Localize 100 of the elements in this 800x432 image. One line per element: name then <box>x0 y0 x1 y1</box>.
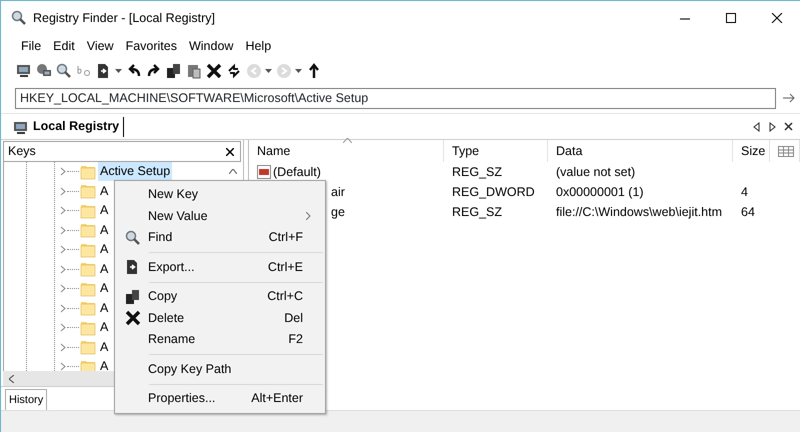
refresh-icon <box>226 63 242 79</box>
menu-item[interactable]: Favorites <box>120 36 183 56</box>
tree-item[interactable]: A <box>98 240 110 260</box>
expand-icon[interactable] <box>60 186 66 196</box>
globe-computer-icon <box>36 63 52 79</box>
menu-item[interactable]: Window <box>182 36 240 56</box>
value-size: 64 <box>740 204 756 221</box>
folder-icon <box>80 222 96 238</box>
value-name: ge <box>331 204 345 221</box>
tree-item[interactable]: A <box>98 279 110 298</box>
tree-item[interactable]: A <box>98 260 110 279</box>
arrow-icon <box>783 93 795 103</box>
undo-icon <box>126 63 142 79</box>
menu-item[interactable]: New Key <box>117 184 323 206</box>
folder-icon <box>80 280 96 297</box>
value-name: (Default) <box>273 164 321 181</box>
tree-item[interactable]: A <box>98 298 110 318</box>
up-icon <box>306 63 322 79</box>
address-field[interactable]: HKEY_LOCAL_MACHINE\SOFTWARE\Microsoft\Active Setup <box>15 88 776 108</box>
column-header[interactable]: Size <box>733 140 770 162</box>
expand-icon[interactable] <box>60 323 66 332</box>
menu-item[interactable]: Edit <box>47 36 81 56</box>
close-icon <box>770 13 784 23</box>
tree-item[interactable]: A <box>98 182 110 201</box>
tree-item[interactable]: Active Setup <box>98 162 172 182</box>
string-value-icon <box>257 165 271 179</box>
column-header[interactable]: Name <box>249 140 444 162</box>
expand-icon[interactable] <box>60 362 66 371</box>
computer-icon <box>16 63 32 79</box>
expand-icon[interactable] <box>60 206 66 216</box>
folder-icon <box>80 202 96 219</box>
redo-icon <box>146 63 162 79</box>
value-type: REG_SZ <box>451 164 504 181</box>
menu-item[interactable]: Copy Ctrl+C <box>117 286 323 308</box>
caret-icon <box>115 69 122 73</box>
expand-icon[interactable] <box>60 284 66 294</box>
folder-icon <box>80 183 96 200</box>
window-title: Registry Finder - [Local Registry] <box>33 10 216 27</box>
value-size: 4 <box>740 184 749 201</box>
folder-icon <box>80 164 96 180</box>
expand-icon[interactable] <box>60 245 66 254</box>
expand-icon[interactable] <box>60 342 66 352</box>
caret-icon <box>295 69 302 73</box>
value-name: air <box>331 184 345 201</box>
computer-icon <box>13 120 29 134</box>
copy-icon <box>166 63 182 79</box>
menu-item[interactable]: Export... Ctrl+E <box>117 256 323 278</box>
scroll-up-icon[interactable] <box>229 169 237 174</box>
folder-icon <box>80 320 96 336</box>
expand-icon[interactable] <box>60 264 66 274</box>
folder-icon <box>80 339 96 356</box>
menu-item[interactable]: Properties... Alt+Enter <box>117 388 323 410</box>
paste-icon <box>186 63 202 79</box>
menu-item[interactable]: Copy Key Path <box>117 358 323 380</box>
history-tab[interactable]: History <box>5 388 48 410</box>
close-icon[interactable] <box>226 148 234 156</box>
delete-icon <box>124 310 140 326</box>
back-icon <box>246 63 262 79</box>
value-data: file://C:\Windows\web\iejit.htm <box>555 204 724 221</box>
sort-icon[interactable] <box>343 138 352 143</box>
value-data: 0x00000001 (1) <box>555 184 645 201</box>
column-header[interactable]: Type <box>444 140 548 162</box>
menu-item[interactable]: View <box>80 36 120 56</box>
menu-item[interactable]: New Value <box>117 206 323 227</box>
previous-tab-icon[interactable] <box>752 122 761 132</box>
value-type: REG_DWORD <box>451 184 536 201</box>
forward-icon <box>276 63 292 79</box>
tree-item[interactable]: A <box>98 318 110 338</box>
copy-icon <box>124 288 140 305</box>
close-icon[interactable] <box>784 122 793 132</box>
folder-icon <box>80 261 96 278</box>
folder-icon <box>80 242 96 258</box>
value-type: REG_SZ <box>451 204 504 221</box>
tree-item[interactable]: A <box>98 201 110 220</box>
menu-item[interactable]: Find Ctrl+F <box>117 227 323 248</box>
document-tab[interactable]: Local Registry <box>9 116 124 136</box>
folder-icon <box>80 358 96 371</box>
pane-title: Keys <box>8 143 36 160</box>
menu-item[interactable]: Delete Del <box>117 308 323 329</box>
menu-item[interactable]: Help <box>239 36 278 56</box>
replace-icon <box>76 63 92 79</box>
value-data: (value not set) <box>555 164 636 181</box>
delete-icon <box>206 63 222 79</box>
columns-icon[interactable] <box>778 146 794 156</box>
menu-item[interactable]: File <box>15 36 48 56</box>
expand-icon[interactable] <box>60 226 66 235</box>
search-icon <box>56 63 72 79</box>
search-icon <box>11 10 27 26</box>
tree-item[interactable]: A <box>98 220 110 240</box>
next-tab-icon[interactable] <box>768 122 777 132</box>
expand-icon[interactable] <box>60 167 66 176</box>
maximize-icon <box>724 13 738 23</box>
column-header[interactable]: Data <box>548 140 733 162</box>
tree-item[interactable]: A <box>98 338 110 357</box>
folder-icon <box>80 300 96 316</box>
search-icon <box>124 230 140 246</box>
scroll-left-icon[interactable] <box>9 374 14 382</box>
tree-item[interactable]: A <box>98 357 110 371</box>
menu-item[interactable]: Rename F2 <box>117 329 323 350</box>
expand-icon[interactable] <box>60 304 66 313</box>
